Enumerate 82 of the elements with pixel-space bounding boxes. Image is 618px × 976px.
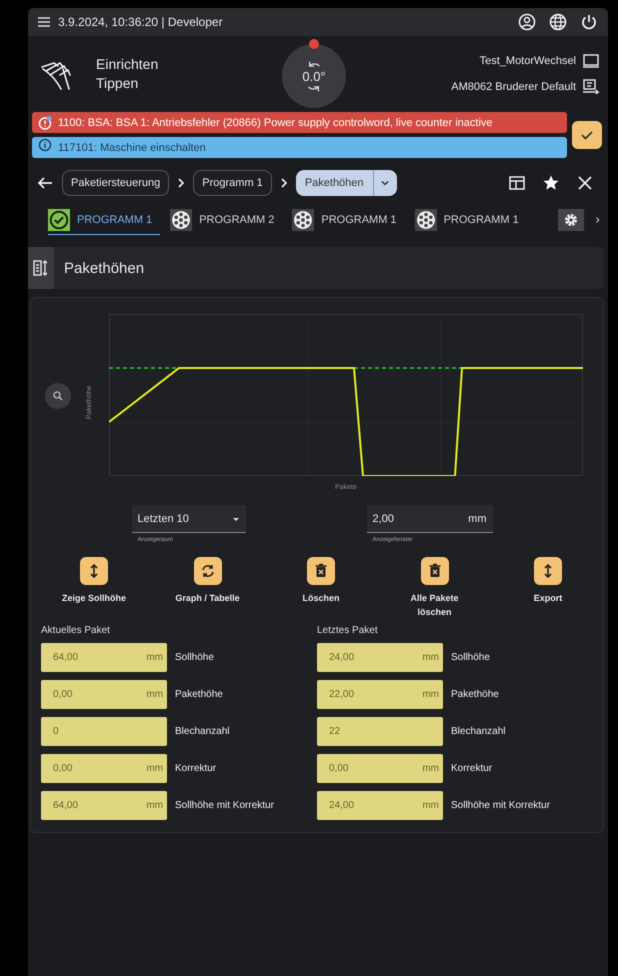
value-field: 24,00 mm (317, 643, 443, 672)
breadcrumb-chip[interactable]: Programm 1 (193, 170, 272, 196)
message-bar[interactable]: 1100: BSA: BSA 1: Antriebsfehler (20866) Power supply controlword, live counter inactive (32, 112, 567, 133)
value-field: 64,00 mm (41, 643, 167, 672)
range-select[interactable]: Letzten 10 (132, 505, 246, 533)
value-label: Blechanzahl (451, 726, 506, 737)
value-field: 22,00 mm (317, 680, 443, 709)
toggle-button[interactable] (194, 557, 222, 585)
screen-arrow-icon[interactable] (582, 78, 600, 96)
power-icon[interactable] (580, 13, 598, 31)
machine-label: AM8062 Bruderer Default (451, 81, 576, 93)
check-circle-icon (48, 208, 70, 230)
user-icon[interactable] (518, 13, 536, 31)
value-label: Sollhöhe mit Korrektur (451, 800, 550, 811)
settings-icon (563, 212, 579, 228)
value-label: Sollhöhe (451, 652, 490, 663)
breadcrumb-chip[interactable]: Pakethöhen (296, 170, 373, 196)
action-label: Graph / Tabelle (174, 592, 240, 605)
mode-label: Einrichten (96, 55, 158, 74)
value-field: 22 (317, 717, 443, 746)
value-field: 64,00 mm (41, 791, 167, 820)
dropdown-button[interactable] (372, 170, 397, 196)
chevron-right-icon[interactable] (594, 215, 602, 225)
program-tab[interactable]: PROGRAMM 1 (414, 205, 527, 235)
value-label: Sollhöhe mit Korrektur (175, 800, 274, 811)
action-label: Löschen (301, 592, 340, 605)
mode-label: Tippen (96, 74, 140, 93)
breadcrumb-chip[interactable]: Paketiersteuerung (62, 170, 170, 196)
input-field[interactable]: 2,00 mm (366, 505, 492, 533)
angle-value: 0.0° (302, 68, 326, 84)
sort-list-icon (32, 259, 50, 277)
rotate-right-icon (307, 86, 321, 92)
panel-title: Letztes Paket (317, 625, 379, 636)
value-field: 0,00 mm (41, 680, 167, 709)
delete-button[interactable] (420, 557, 448, 585)
value-field: 24,00 mm (317, 791, 443, 820)
panel-title: Aktuelles Paket (41, 625, 111, 636)
acknowledge-button[interactable] (572, 121, 602, 149)
globe-icon[interactable] (549, 13, 567, 31)
wheel-icon (414, 208, 437, 230)
trash-icon (313, 563, 329, 579)
wheel-icon (170, 208, 192, 230)
program-tab[interactable]: PROGRAMM 1 (292, 205, 405, 235)
value-label: Korrektur (451, 763, 492, 774)
action-label: Zeige Sollhöhe (61, 592, 127, 605)
menu-icon[interactable] (36, 14, 52, 30)
star-icon[interactable] (542, 174, 560, 192)
close-icon[interactable] (576, 174, 594, 192)
trash-icon (426, 563, 442, 579)
status-text: 3.9.2024, 10:36:20 | Developer (58, 15, 223, 29)
machine-label: Test_MotorWechsel (480, 55, 576, 67)
rotate-left-icon (307, 60, 321, 66)
action-label: Export (532, 592, 564, 605)
height-button[interactable] (534, 557, 562, 585)
value-label: Korrektur (175, 763, 216, 774)
rotation-dial[interactable]: 0.0° (282, 44, 346, 108)
value-label: Sollhöhe (175, 652, 214, 663)
status-dot-icon (309, 39, 319, 49)
value-field: 0,00 mm (41, 754, 167, 783)
refresh-icon (200, 563, 216, 579)
info-icon (38, 138, 52, 152)
height-button[interactable] (80, 557, 108, 585)
value-field: 0 (41, 717, 167, 746)
zoom-button[interactable] (45, 382, 71, 408)
program-tab[interactable]: PROGRAMM 2 (170, 205, 282, 235)
alert-icon (38, 116, 52, 130)
settings-button[interactable] (558, 209, 584, 231)
layout-icon[interactable] (508, 174, 526, 192)
monitor-icon[interactable] (582, 52, 600, 70)
value-label: Pakethöhe (451, 689, 499, 700)
chevron-icon (177, 177, 186, 189)
value-label: Blechanzahl (175, 726, 230, 737)
wheel-icon (292, 208, 314, 230)
chevron-icon (280, 177, 288, 189)
value-field: 0,00 mm (317, 754, 443, 783)
value-label: Pakethöhe (175, 689, 223, 700)
section-title: Pakethöhen (64, 260, 144, 276)
search-icon (52, 390, 64, 402)
program-tab[interactable]: PROGRAMM 1 (48, 205, 160, 235)
message-bar[interactable]: 117101: Maschine einschalten (32, 137, 567, 158)
action-label: Alle Pakete löschen (409, 592, 460, 619)
delete-button[interactable] (307, 557, 335, 585)
